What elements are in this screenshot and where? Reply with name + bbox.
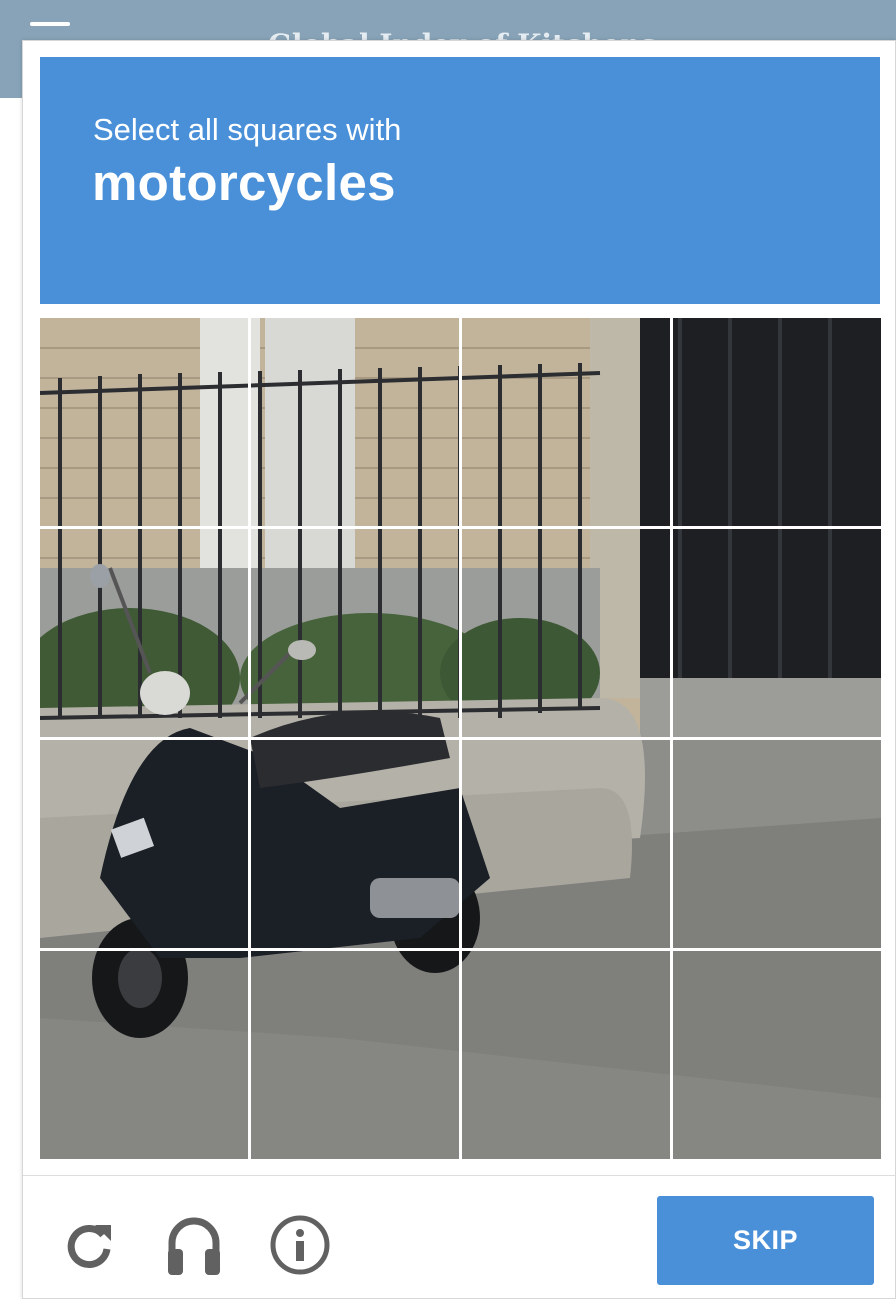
grid-tile-r3-c2[interactable] <box>248 737 462 951</box>
skip-button[interactable]: SKIP <box>657 1196 874 1285</box>
grid-tile-r2-c1[interactable] <box>40 526 251 740</box>
grid-tile-r2-c4[interactable] <box>670 526 881 740</box>
tile-grid <box>40 318 881 1159</box>
reload-button[interactable] <box>57 1213 121 1277</box>
grid-tile-r4-c2[interactable] <box>248 948 462 1159</box>
grid-tile-r1-c1[interactable] <box>40 318 251 529</box>
footer-divider <box>23 1175 896 1176</box>
grid-tile-r2-c3[interactable] <box>459 526 673 740</box>
grid-tile-r4-c1[interactable] <box>40 948 251 1159</box>
background-page-title: Global Index of Kitchens <box>268 22 656 42</box>
audio-challenge-button[interactable] <box>162 1213 226 1277</box>
grid-tile-r3-c1[interactable] <box>40 737 251 951</box>
info-icon <box>270 1215 330 1275</box>
grid-tile-r1-c4[interactable] <box>670 318 881 529</box>
info-button[interactable] <box>268 1213 332 1277</box>
reload-icon <box>67 1225 111 1268</box>
grid-tile-r1-c3[interactable] <box>459 318 673 529</box>
captcha-dialog: Select all squares with motorcycles SKIP <box>22 40 896 1299</box>
challenge-header: Select all squares with motorcycles <box>40 57 880 304</box>
grid-tile-r3-c3[interactable] <box>459 737 673 951</box>
challenge-target: motorcycles <box>92 154 396 211</box>
grid-tile-r1-c2[interactable] <box>248 318 462 529</box>
grid-tile-r4-c4[interactable] <box>670 948 881 1159</box>
challenge-instruction: Select all squares with <box>93 112 402 147</box>
headphones-icon <box>168 1217 220 1275</box>
hamburger-menu-icon[interactable] <box>30 22 70 26</box>
grid-tile-r2-c2[interactable] <box>248 526 462 740</box>
challenge-image-grid <box>40 318 881 1159</box>
grid-tile-r3-c4[interactable] <box>670 737 881 951</box>
grid-tile-r4-c3[interactable] <box>459 948 673 1159</box>
